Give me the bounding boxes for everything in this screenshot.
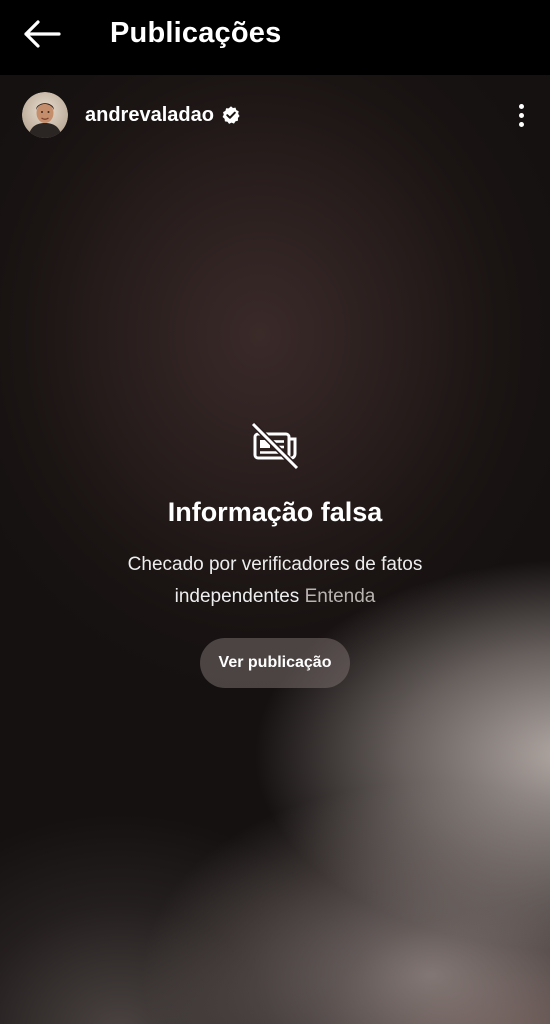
warning-description: Checado por verificadores de fatos indep… (95, 549, 455, 613)
back-button[interactable] (22, 17, 62, 51)
view-post-button[interactable]: Ver publicação (199, 638, 351, 688)
avatar[interactable] (22, 92, 68, 138)
username: andrevaladao (85, 104, 214, 126)
arrow-left-icon (24, 20, 61, 48)
false-information-warning: Informação falsa Checado por verificador… (0, 420, 550, 688)
post-header: andrevaladao (22, 92, 550, 138)
learn-more-link[interactable]: Entenda (305, 586, 376, 607)
post-container: andrevaladao Informação falsa Checado po… (0, 75, 550, 1024)
warning-title: Informação falsa (167, 497, 383, 527)
app-bar: Publicações (0, 0, 550, 75)
username-link[interactable]: andrevaladao (85, 103, 241, 127)
avatar-image (22, 92, 68, 138)
verified-badge-icon (222, 106, 240, 124)
more-vertical-icon-dot (518, 121, 524, 127)
more-options-button[interactable] (514, 99, 528, 131)
warning-description-text: Checado por verificadores de fatos indep… (127, 554, 423, 607)
more-vertical-icon-dot (518, 112, 524, 118)
false-information-icon (250, 421, 300, 471)
more-vertical-icon-dot (518, 103, 524, 109)
page-title: Publicações (110, 17, 282, 49)
screen: Publicações andrevaladao Informação fals… (0, 0, 550, 1024)
